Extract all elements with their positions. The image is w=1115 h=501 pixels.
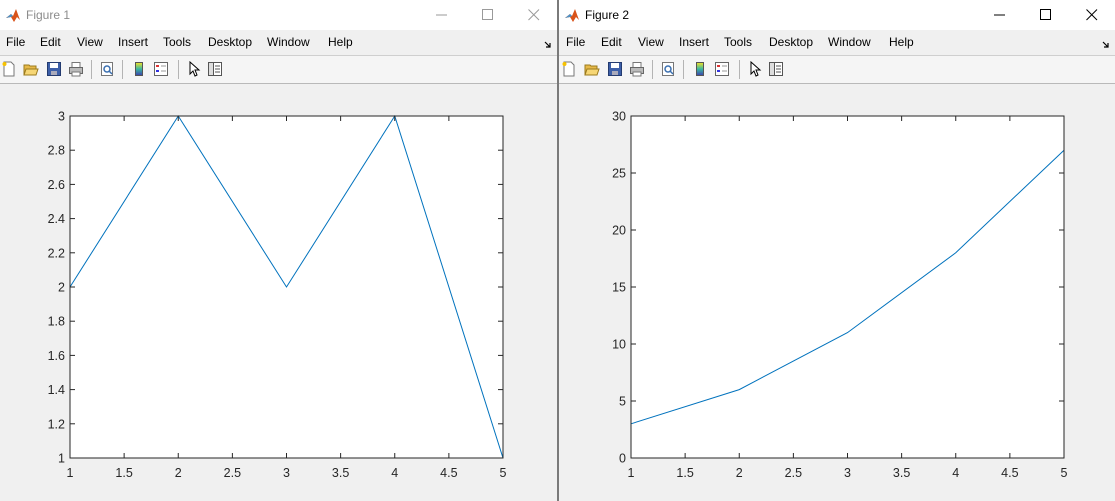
menu-help[interactable]: Help — [328, 35, 353, 50]
menu-file[interactable]: File — [6, 35, 25, 50]
x-tick-label: 1 — [67, 466, 74, 480]
legend-icon[interactable] — [152, 60, 170, 78]
colorbar-icon[interactable] — [691, 60, 709, 78]
print-icon[interactable] — [628, 60, 646, 78]
close-button[interactable] — [511, 0, 557, 30]
dock-arrow-icon[interactable] — [543, 37, 553, 48]
menu-help[interactable]: Help — [889, 35, 914, 50]
x-tick-label: 5 — [1061, 466, 1068, 480]
x-tick-label: 4.5 — [1001, 466, 1018, 480]
y-tick-label: 10 — [612, 338, 626, 352]
y-tick-label: 25 — [612, 167, 626, 181]
matlab-logo-icon — [564, 7, 580, 23]
y-tick-label: 1.8 — [48, 315, 65, 329]
open-file-icon[interactable] — [22, 60, 40, 78]
menu-bar: File Edit View Insert Tools Desktop Wind… — [0, 31, 557, 54]
x-tick-label: 1 — [628, 466, 635, 480]
toolbar-separator — [739, 60, 740, 79]
figure-1-axes[interactable]: 1 1.5 2 2.5 3 3.5 4 4.5 5 1 1.2 1.4 1.6 1.8 2 2.2 2.4 2.6… — [0, 83, 557, 501]
new-figure-icon[interactable] — [560, 60, 578, 78]
y-tick-label: 1.2 — [48, 417, 65, 431]
figure-toolbar — [0, 55, 557, 84]
figure-2-window: Figure 2 File Edit View Insert Tools Des… — [559, 0, 1115, 501]
menu-view[interactable]: View — [638, 35, 664, 50]
menu-edit[interactable]: Edit — [40, 35, 61, 50]
minimize-button[interactable] — [977, 0, 1023, 30]
menu-window[interactable]: Window — [267, 35, 310, 50]
title-bar[interactable]: Figure 1 — [0, 0, 557, 30]
plot-area — [631, 116, 1064, 458]
y-tick-label: 20 — [612, 224, 626, 238]
figure-2-axes[interactable]: 1 1.5 2 2.5 3 3.5 4 4.5 5 0 5 10 15 20 25 30 — [559, 83, 1115, 501]
x-tick-label: 2.5 — [785, 466, 802, 480]
dock-arrow-icon[interactable] — [1101, 37, 1111, 48]
y-tick-label: 2 — [58, 281, 65, 295]
y-tick-label: 30 — [612, 110, 626, 124]
x-tick-label: 1.5 — [115, 466, 132, 480]
title-bar[interactable]: Figure 2 — [559, 0, 1115, 30]
y-tick-label: 2.4 — [48, 212, 65, 226]
toolbar-separator — [683, 60, 684, 79]
x-tick-label: 3 — [844, 466, 851, 480]
maximize-button[interactable] — [1023, 0, 1069, 30]
print-preview-icon[interactable] — [659, 60, 677, 78]
x-tick-label: 3.5 — [893, 466, 910, 480]
x-tick-label: 2 — [175, 466, 182, 480]
x-tick-label: 5 — [500, 466, 507, 480]
x-tick-label: 2 — [736, 466, 743, 480]
x-tick-label: 3 — [283, 466, 290, 480]
save-icon[interactable] — [606, 60, 624, 78]
menu-view[interactable]: View — [77, 35, 103, 50]
x-tick-label: 1.5 — [676, 466, 693, 480]
y-tick-label: 1 — [58, 452, 65, 466]
y-tick-label: 15 — [612, 281, 626, 295]
menu-edit[interactable]: Edit — [601, 35, 622, 50]
print-icon[interactable] — [67, 60, 85, 78]
x-tick-label: 4.5 — [440, 466, 457, 480]
colorbar-icon[interactable] — [130, 60, 148, 78]
save-icon[interactable] — [45, 60, 63, 78]
y-tick-label: 0 — [619, 452, 626, 466]
window-title: Figure 2 — [585, 8, 630, 22]
y-tick-label: 1.6 — [48, 349, 65, 363]
y-tick-label: 3 — [58, 110, 65, 124]
new-figure-icon[interactable] — [0, 60, 18, 78]
x-tick-label: 3.5 — [332, 466, 349, 480]
toolbar-separator — [178, 60, 179, 79]
open-file-icon[interactable] — [583, 60, 601, 78]
window-title: Figure 1 — [26, 8, 71, 22]
property-inspector-icon[interactable] — [206, 60, 224, 78]
legend-icon[interactable] — [713, 60, 731, 78]
close-button[interactable] — [1069, 0, 1115, 30]
x-tick-label: 2.5 — [224, 466, 241, 480]
y-tick-label: 2.2 — [48, 246, 65, 260]
y-tick-label: 2.6 — [48, 178, 65, 192]
x-tick-label: 4 — [391, 466, 398, 480]
y-tick-label: 1.4 — [48, 383, 65, 397]
x-tick-label: 4 — [952, 466, 959, 480]
toolbar-separator — [652, 60, 653, 79]
toolbar-separator — [122, 60, 123, 79]
menu-file[interactable]: File — [566, 35, 585, 50]
maximize-button[interactable] — [465, 0, 511, 30]
edit-plot-arrow-icon[interactable] — [185, 60, 203, 78]
menu-window[interactable]: Window — [828, 35, 871, 50]
edit-plot-arrow-icon[interactable] — [746, 60, 764, 78]
menu-bar: File Edit View Insert Tools Desktop Wind… — [559, 31, 1115, 54]
property-inspector-icon[interactable] — [767, 60, 785, 78]
menu-insert[interactable]: Insert — [679, 35, 709, 50]
menu-insert[interactable]: Insert — [118, 35, 148, 50]
menu-tools[interactable]: Tools — [724, 35, 752, 50]
y-tick-label: 2.8 — [48, 144, 65, 158]
y-tick-label: 5 — [619, 395, 626, 409]
figure-1-window: Figure 1 File Edit View Insert Tools Des… — [0, 0, 557, 501]
minimize-button[interactable] — [419, 0, 465, 30]
figure-toolbar — [559, 55, 1115, 84]
print-preview-icon[interactable] — [98, 60, 116, 78]
menu-desktop[interactable]: Desktop — [769, 35, 813, 50]
menu-desktop[interactable]: Desktop — [208, 35, 252, 50]
matlab-logo-icon — [5, 7, 21, 23]
toolbar-separator — [91, 60, 92, 79]
menu-tools[interactable]: Tools — [163, 35, 191, 50]
